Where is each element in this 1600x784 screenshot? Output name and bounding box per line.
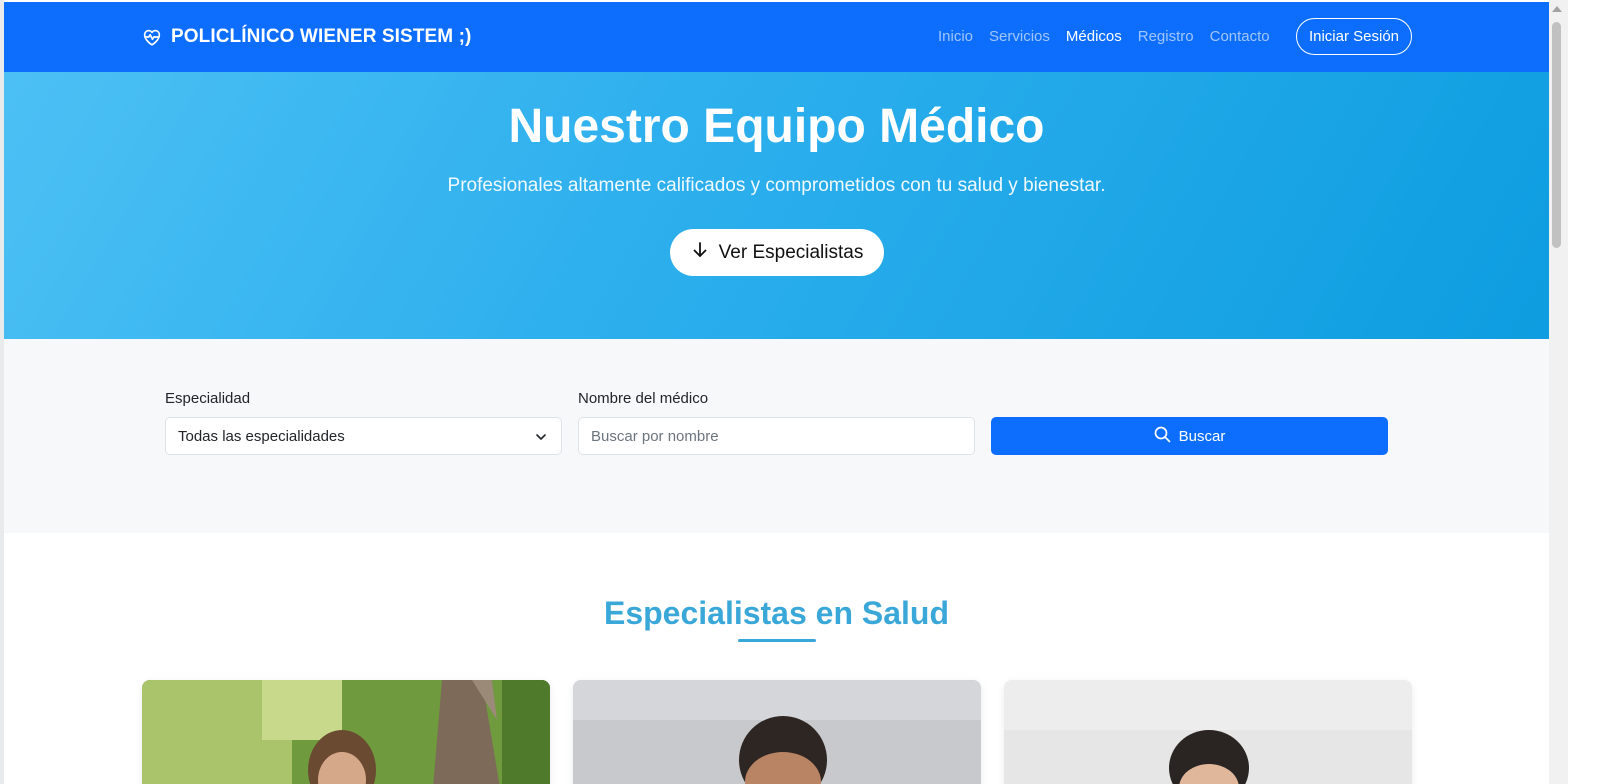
nav-links: Inicio Servicios Médicos Registro Contac… bbox=[938, 28, 1270, 45]
hero-section: Nuestro Equipo Médico Profesionales alta… bbox=[4, 72, 1549, 339]
scrollbar-thumb[interactable] bbox=[1552, 22, 1561, 248]
chevron-down-icon bbox=[535, 430, 547, 442]
view-specialists-button[interactable]: Ver Especialistas bbox=[670, 229, 884, 276]
doctor-photo-woman bbox=[1004, 680, 1412, 784]
page-scrollbar[interactable] bbox=[1549, 0, 1568, 784]
hero-title: Nuestro Equipo Médico bbox=[508, 100, 1045, 153]
view-specialists-label: Ver Especialistas bbox=[718, 241, 864, 263]
doctor-photo-man bbox=[573, 680, 981, 784]
brand-name: POLICLÍNICO WIENER SISTEM ;) bbox=[171, 26, 472, 47]
specialty-select-value: Todas las especialidades bbox=[178, 427, 345, 445]
search-icon bbox=[1154, 426, 1171, 447]
nav-link-contacto[interactable]: Contacto bbox=[1210, 28, 1270, 45]
nav-link-registro[interactable]: Registro bbox=[1138, 28, 1194, 45]
navbar: POLICLÍNICO WIENER SISTEM ;) Inicio Serv… bbox=[4, 2, 1549, 72]
scroll-up-icon[interactable] bbox=[1552, 6, 1562, 12]
search-button[interactable]: Buscar bbox=[991, 417, 1388, 455]
doctor-name-label: Nombre del médico bbox=[578, 390, 709, 407]
heart-pulse-icon bbox=[141, 26, 163, 48]
doctor-card-1[interactable] bbox=[142, 680, 550, 784]
outside-area bbox=[1568, 0, 1600, 784]
title-underline bbox=[738, 639, 816, 642]
hero-subtitle: Profesionales altamente calificados y co… bbox=[447, 175, 1106, 196]
search-button-label: Buscar bbox=[1178, 427, 1226, 445]
specialty-label: Especialidad bbox=[165, 390, 251, 407]
login-button[interactable]: Iniciar Sesión bbox=[1296, 18, 1412, 55]
search-section: Especialidad Todas las especialidades No… bbox=[4, 339, 1549, 533]
arrow-down-icon bbox=[691, 241, 709, 265]
page-viewport: POLICLÍNICO WIENER SISTEM ;) Inicio Serv… bbox=[4, 2, 1549, 784]
nav-link-medicos[interactable]: Médicos bbox=[1066, 28, 1122, 45]
doctor-photo-woman-outdoor bbox=[142, 680, 550, 784]
nav-link-servicios[interactable]: Servicios bbox=[989, 28, 1050, 45]
nav-link-inicio[interactable]: Inicio bbox=[938, 28, 973, 45]
doctor-name-input[interactable] bbox=[578, 417, 975, 455]
specialists-title: Especialistas en Salud bbox=[603, 595, 950, 631]
specialty-select[interactable]: Todas las especialidades bbox=[165, 417, 562, 455]
doctor-card-3[interactable] bbox=[1004, 680, 1412, 784]
brand[interactable]: POLICLÍNICO WIENER SISTEM ;) bbox=[141, 26, 471, 48]
doctor-card-2[interactable] bbox=[573, 680, 981, 784]
